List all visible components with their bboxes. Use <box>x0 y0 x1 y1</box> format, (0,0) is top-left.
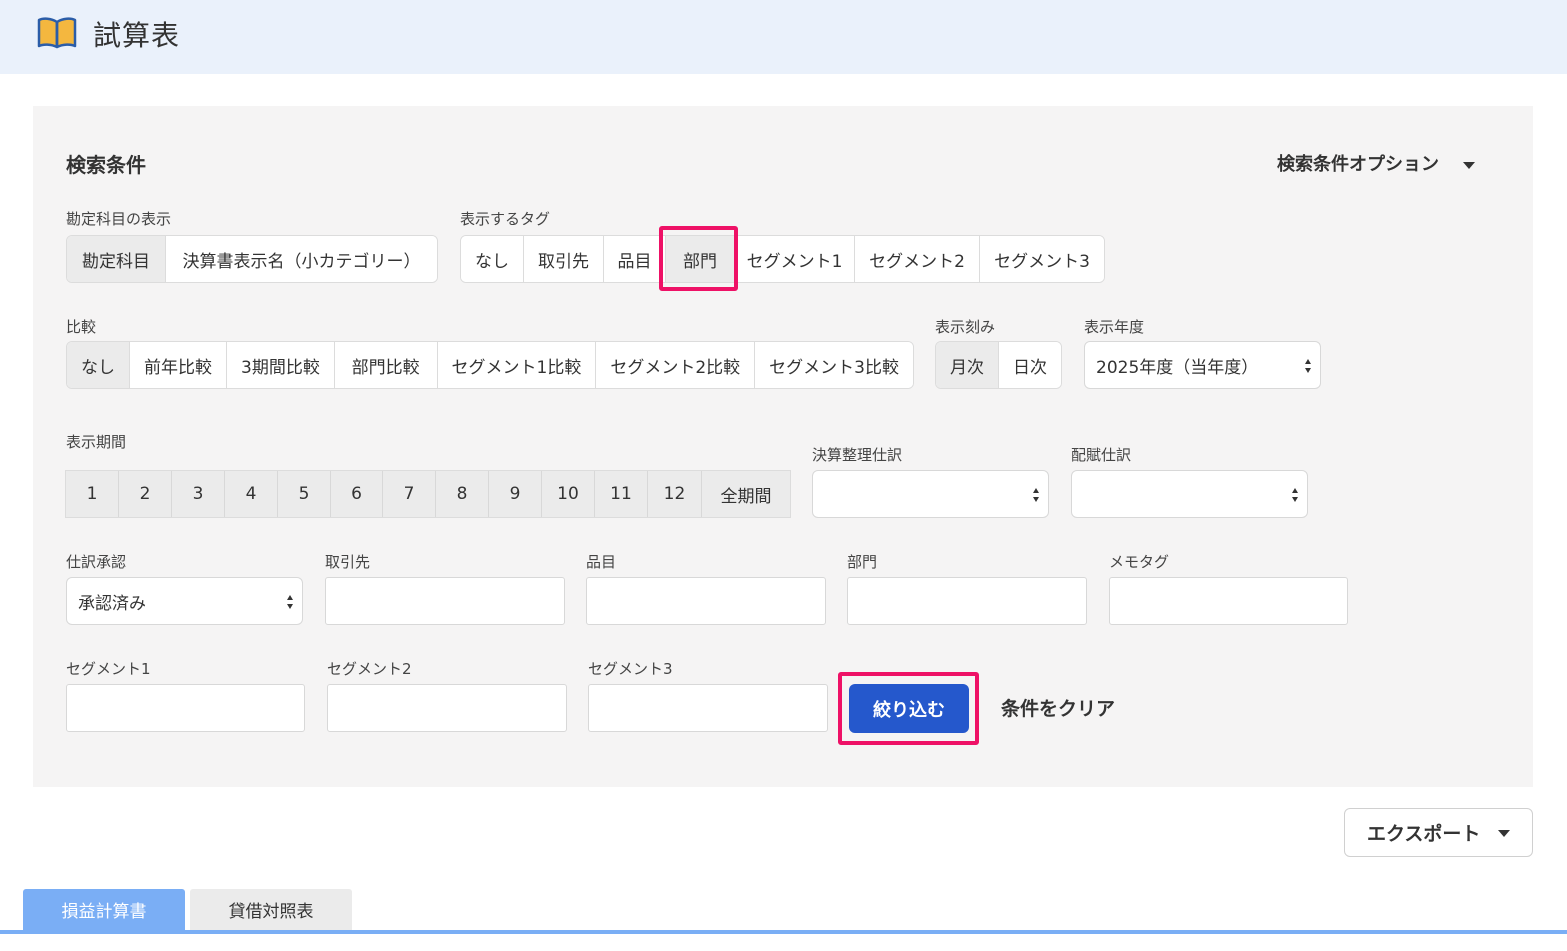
fiscal-year-label: 表示年度 <box>1084 318 1145 336</box>
select-arrows-icon <box>1305 359 1312 373</box>
period-4[interactable]: 4 <box>225 471 278 517</box>
department-label: 部門 <box>847 553 878 571</box>
account-display-account[interactable]: 勘定科目 <box>67 236 166 282</box>
item-label: 品目 <box>586 553 617 571</box>
segment3-input[interactable] <box>588 684 828 732</box>
compare-segment2[interactable]: セグメント2比較 <box>596 342 756 388</box>
granularity-label: 表示刻み <box>935 318 996 336</box>
approval-value: 承認済み <box>78 593 146 614</box>
compare-segment3[interactable]: セグメント3比較 <box>755 342 913 388</box>
search-options-label: 検索条件オプション <box>1277 154 1439 175</box>
department-input[interactable] <box>847 577 1087 625</box>
period-9[interactable]: 9 <box>489 471 542 517</box>
tag-none[interactable]: なし <box>461 236 524 282</box>
segment1-label: セグメント1 <box>66 660 151 678</box>
period-1[interactable]: 1 <box>66 471 119 517</box>
select-arrows-icon <box>1292 488 1299 502</box>
select-arrows-icon <box>287 595 294 609</box>
clear-conditions-link[interactable]: 条件をクリア <box>1001 694 1115 721</box>
partner-label: 取引先 <box>325 553 371 571</box>
caret-down-icon <box>1463 161 1476 169</box>
period-10[interactable]: 10 <box>542 471 595 517</box>
compare-toggle: なし 前年比較 3期間比較 部門比較 セグメント1比較 セグメント2比較 セグメ… <box>66 341 914 389</box>
memo-tag-label: メモタグ <box>1109 553 1170 571</box>
compare-3-periods[interactable]: 3期間比較 <box>227 342 335 388</box>
account-display-category[interactable]: 決算書表示名（小カテゴリー） <box>166 236 437 282</box>
period-12[interactable]: 12 <box>648 471 702 517</box>
select-arrows-icon <box>1033 488 1040 502</box>
compare-label: 比較 <box>66 318 97 336</box>
tab-income-statement[interactable]: 損益計算書 <box>23 889 185 930</box>
period-all[interactable]: 全期間 <box>702 471 790 517</box>
tab-underline <box>0 930 1567 934</box>
period-3[interactable]: 3 <box>172 471 225 517</box>
page-title: 試算表 <box>93 19 181 52</box>
memo-tag-input[interactable] <box>1109 577 1348 625</box>
segment2-input[interactable] <box>327 684 567 732</box>
period-toggle: 1 2 3 4 5 6 7 8 9 10 11 12 全期間 <box>65 470 791 518</box>
period-2[interactable]: 2 <box>119 471 172 517</box>
tag-partner[interactable]: 取引先 <box>524 236 604 282</box>
fiscal-year-value: 2025年度（当年度） <box>1096 357 1259 378</box>
tag-segment2[interactable]: セグメント2 <box>855 236 980 282</box>
item-input[interactable] <box>586 577 826 625</box>
search-options-dropdown[interactable]: 検索条件オプション <box>1277 150 1476 176</box>
filter-button[interactable]: 絞り込む <box>849 684 969 733</box>
compare-department[interactable]: 部門比較 <box>334 342 438 388</box>
period-5[interactable]: 5 <box>278 471 331 517</box>
search-title: 検索条件 <box>66 153 146 177</box>
export-label: エクスポート <box>1367 823 1481 845</box>
granularity-daily[interactable]: 日次 <box>999 342 1061 388</box>
period-6[interactable]: 6 <box>331 471 383 517</box>
allocation-entries-select[interactable] <box>1071 470 1308 518</box>
account-display-toggle: 勘定科目 決算書表示名（小カテゴリー） <box>66 235 438 283</box>
compare-prev-year[interactable]: 前年比較 <box>130 342 227 388</box>
tab-balance-sheet[interactable]: 貸借対照表 <box>190 889 352 930</box>
granularity-monthly[interactable]: 月次 <box>936 342 999 388</box>
account-display-label: 勘定科目の表示 <box>66 210 172 228</box>
tag-segment1[interactable]: セグメント1 <box>735 236 855 282</box>
segment3-label: セグメント3 <box>588 660 673 678</box>
fiscal-year-select[interactable]: 2025年度（当年度） <box>1084 341 1321 389</box>
approval-select[interactable]: 承認済み <box>66 577 303 625</box>
approval-label: 仕訳承認 <box>66 553 127 571</box>
compare-none[interactable]: なし <box>67 342 130 388</box>
period-7[interactable]: 7 <box>383 471 436 517</box>
period-8[interactable]: 8 <box>436 471 489 517</box>
tags-label: 表示するタグ <box>460 210 551 228</box>
highlight-box <box>659 226 738 291</box>
segment2-label: セグメント2 <box>327 660 412 678</box>
page-header: 試算表 <box>0 0 1567 74</box>
granularity-toggle: 月次 日次 <box>935 341 1062 389</box>
allocation-entries-label: 配賦仕訳 <box>1071 446 1132 464</box>
closing-entries-label: 決算整理仕訳 <box>812 446 903 464</box>
closing-entries-select[interactable] <box>812 470 1049 518</box>
tag-item[interactable]: 品目 <box>604 236 666 282</box>
book-icon <box>37 17 77 49</box>
partner-input[interactable] <box>325 577 565 625</box>
period-11[interactable]: 11 <box>595 471 648 517</box>
export-dropdown[interactable]: エクスポート <box>1344 808 1533 857</box>
segment1-input[interactable] <box>66 684 305 732</box>
compare-segment1[interactable]: セグメント1比較 <box>437 342 597 388</box>
tags-toggle: なし 取引先 品目 部門 セグメント1 セグメント2 セグメント3 <box>460 235 1105 283</box>
period-label: 表示期間 <box>66 433 127 451</box>
tag-segment3[interactable]: セグメント3 <box>980 236 1104 282</box>
caret-down-icon <box>1498 830 1510 837</box>
